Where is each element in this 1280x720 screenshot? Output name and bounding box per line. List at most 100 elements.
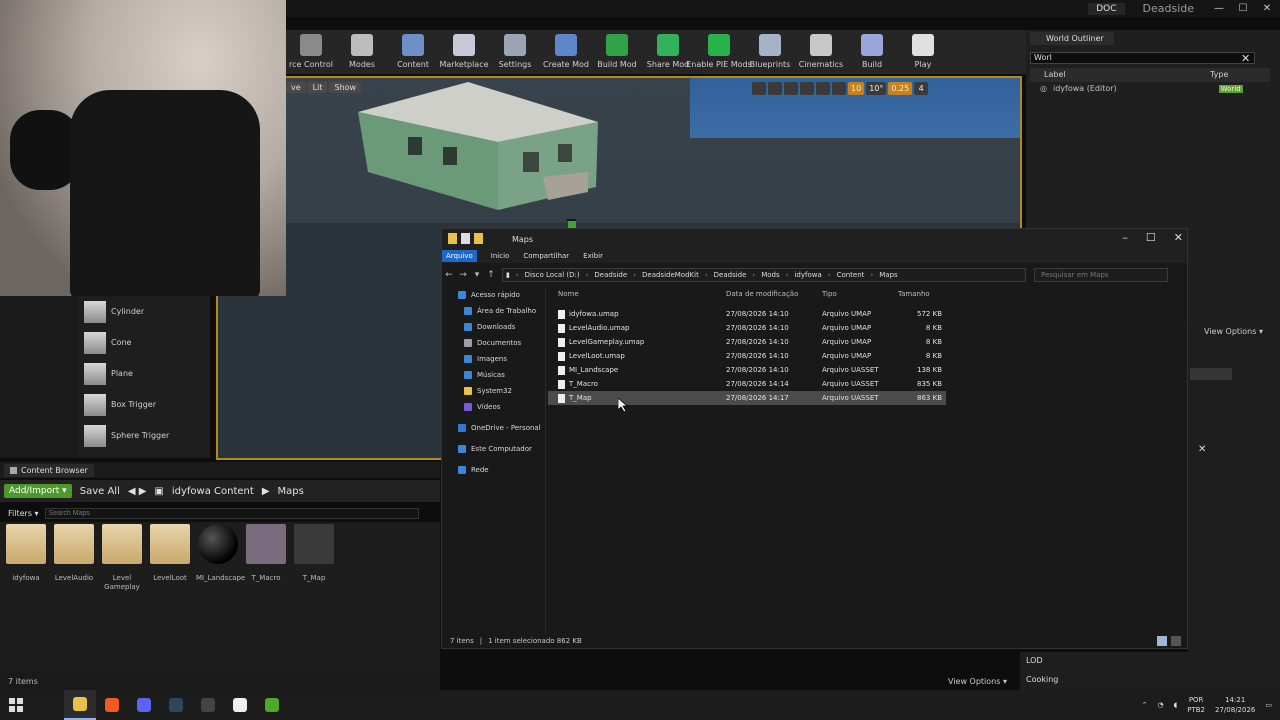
doc-tab[interactable]: DOC (1088, 2, 1125, 15)
toolbar-button-2[interactable]: Content (388, 30, 438, 69)
volume-icon[interactable]: ◖ (1174, 701, 1178, 709)
asset-tile[interactable]: MI_Landscape (196, 524, 245, 583)
viewport-tool-icon[interactable] (752, 82, 766, 95)
large-icons-view-icon[interactable] (1171, 636, 1181, 646)
viewport-tool-icon[interactable] (768, 82, 782, 95)
nav-item[interactable]: Rede (442, 462, 545, 478)
path-segment[interactable]: idyfowa (794, 271, 821, 279)
new-folder-icon[interactable] (474, 233, 483, 244)
viewport-tool-icon[interactable] (832, 82, 846, 95)
search-icon[interactable] (32, 690, 64, 720)
filters-button[interactable]: Filters ▾ (0, 509, 39, 518)
input-language[interactable]: POR PTB2 (1187, 695, 1205, 715)
place-item[interactable]: Cylinder (78, 296, 210, 327)
ribbon-tab-0[interactable]: Arquivo (442, 250, 477, 262)
maximize-icon[interactable]: ☐ (1146, 231, 1156, 244)
asset-tile[interactable]: T_Map (292, 524, 336, 583)
add-import-button[interactable]: Add/Import ▾ (4, 484, 72, 498)
file-row[interactable]: T_Macro 27/08/2026 14:14 Arquivo UASSET 835… (548, 377, 1188, 391)
toolbar-button-8[interactable]: Enable PIE Mods (686, 30, 752, 69)
toolbar-button-4[interactable]: Settings (490, 30, 540, 69)
path-segment[interactable]: Mods (761, 271, 779, 279)
taskbar-app-epic[interactable] (256, 690, 288, 720)
minimize-icon[interactable]: — (1212, 3, 1226, 14)
world-outliner-tab[interactable]: World Outliner (1030, 32, 1114, 45)
file-row[interactable]: T_Map 27/08/2026 14:17 Arquivo UASSET 863 K… (548, 391, 946, 405)
notifications-icon[interactable]: ▭ (1265, 701, 1272, 709)
viewport-tool-icon[interactable] (784, 82, 798, 95)
file-row[interactable]: idyfowa.umap 27/08/2026 14:10 Arquivo UMAP… (548, 307, 1188, 321)
nav-item[interactable]: Músicas (442, 367, 545, 383)
col-type[interactable]: Tipo (818, 290, 898, 298)
col-date[interactable]: Data de modificação (722, 290, 818, 298)
asset-search-input[interactable] (44, 507, 419, 519)
file-row[interactable]: LevelGameplay.umap 27/08/2026 14:10 Arquiv… (548, 335, 1188, 349)
path-segment[interactable]: DeadsideModKit (642, 271, 699, 279)
lod-category[interactable]: LOD (1026, 656, 1186, 675)
asset-tile[interactable]: idyfowa (4, 524, 48, 583)
outliner-row[interactable]: ◎ idyfowa (Editor) World (1040, 84, 1243, 93)
asset-tile[interactable]: T_Macro (244, 524, 288, 583)
file-row[interactable]: MI_Landscape 27/08/2026 14:10 Arquivo UASS… (548, 363, 1188, 377)
viewport-chip-0[interactable]: ve (286, 82, 306, 93)
snap-value-1[interactable]: 10° (866, 82, 887, 95)
toolbar-button-0[interactable]: rce Control (286, 30, 336, 69)
viewport-chip-1[interactable]: Lit (307, 82, 328, 93)
place-item[interactable]: Cone (78, 327, 210, 358)
path-segment[interactable]: Maps (879, 271, 897, 279)
clear-search-icon[interactable]: ✕ (1241, 52, 1250, 65)
content-browser-tab[interactable]: Content Browser (4, 464, 94, 477)
view-options-button[interactable]: View Options ▾ (1204, 327, 1263, 336)
taskbar-app-explorer[interactable] (64, 690, 96, 720)
place-item[interactable]: Box Trigger (78, 389, 210, 420)
nav-item[interactable]: Documentos (442, 335, 545, 351)
asset-tile[interactable]: LevelLoot (148, 524, 192, 583)
clock[interactable]: 14:21 27/08/2026 (1215, 695, 1255, 715)
nav-item[interactable]: Imagens (442, 351, 545, 367)
taskbar-app-discord[interactable] (128, 690, 160, 720)
toolbar-button-11[interactable]: Build (847, 30, 897, 69)
col-type[interactable]: Type (1210, 70, 1228, 79)
start-button[interactable] (0, 690, 32, 720)
toolbar-button-1[interactable]: Modes (337, 30, 387, 69)
path-segment[interactable]: Content (837, 271, 865, 279)
recent-dropdown-icon[interactable]: ▾ (470, 270, 484, 280)
toolbar-button-12[interactable]: Play (898, 30, 948, 69)
taskbar-app-brave[interactable] (96, 690, 128, 720)
address-bar[interactable]: ▮ › Disco Local (D:) › Deadside › DeadsideModK… (502, 268, 1026, 282)
taskbar-app-steam[interactable] (160, 690, 192, 720)
back-icon[interactable]: ← (442, 270, 456, 280)
file-row[interactable]: LevelLoot.umap 27/08/2026 14:10 Arquivo UM… (548, 349, 1188, 363)
cooking-category[interactable]: Cooking (1026, 675, 1186, 684)
ribbon-tab-1[interactable]: Início (491, 252, 510, 260)
ribbon-tab-2[interactable]: Compartilhar (523, 252, 569, 260)
close-icon[interactable]: ✕ (1198, 444, 1206, 455)
nav-item[interactable]: Área de Trabalho (442, 303, 545, 319)
file-row[interactable]: LevelAudio.umap 27/08/2026 14:10 Arquivo U… (548, 321, 1188, 335)
toolbar-button-5[interactable]: Create Mod (541, 30, 591, 69)
toolbar-button-3[interactable]: Marketplace (439, 30, 489, 69)
snap-value-3[interactable]: 4 (914, 82, 929, 95)
nav-item[interactable]: OneDrive - Personal (442, 420, 545, 436)
details-view-icon[interactable] (1157, 636, 1167, 646)
minimize-icon[interactable]: – (1122, 231, 1128, 244)
viewport-tool-icon[interactable] (800, 82, 814, 95)
snap-value-2[interactable]: 0.25 (888, 82, 913, 95)
nav-item[interactable]: Este Computador (442, 441, 545, 457)
col-size[interactable]: Tamanho (898, 290, 944, 298)
asset-tile[interactable]: LevelAudio (52, 524, 96, 583)
details-search-input[interactable] (1190, 368, 1232, 380)
history-back-icon[interactable]: ◀ ▶ (128, 486, 147, 497)
nav-item[interactable]: Acesso rápido (442, 287, 545, 303)
explorer-search-input[interactable]: Pesquisar em Maps (1034, 268, 1168, 282)
nav-item[interactable]: System32 (442, 383, 545, 399)
path-segment[interactable]: Deadside (594, 271, 627, 279)
nav-item[interactable]: Downloads (442, 319, 545, 335)
house-model[interactable] (348, 82, 608, 210)
save-all-button[interactable]: Save All (80, 486, 120, 497)
up-icon[interactable]: ↑ (484, 270, 498, 280)
ribbon-tab-3[interactable]: Exibir (583, 252, 603, 260)
breadcrumb-root[interactable]: idyfowa Content (172, 486, 254, 497)
path-segment[interactable]: Disco Local (D:) (525, 271, 580, 279)
forward-icon[interactable]: → (456, 270, 470, 280)
